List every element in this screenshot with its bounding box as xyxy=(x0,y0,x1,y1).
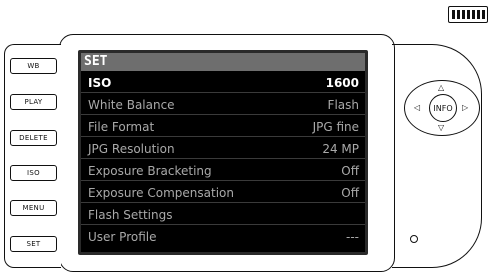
menu-item-exposure-bracketing[interactable]: Exposure Bracketing Off xyxy=(81,161,365,181)
menu-button[interactable]: MENU xyxy=(10,200,57,216)
menu-item-white-balance[interactable]: White Balance Flash xyxy=(81,95,365,115)
menu-item-label: JPG Resolution xyxy=(88,142,175,156)
button-panel xyxy=(4,44,61,268)
menu-item-value: 1600 xyxy=(325,76,359,90)
status-led xyxy=(410,235,418,243)
menu-item-user-profile[interactable]: User Profile --- xyxy=(81,227,365,247)
menu-item-value: Flash xyxy=(327,98,359,112)
menu-item-label: White Balance xyxy=(88,98,175,112)
control-panel xyxy=(392,44,482,268)
play-button[interactable]: PLAY xyxy=(10,94,57,110)
menu-item-file-format[interactable]: File Format JPG fine xyxy=(81,117,365,137)
left-arrow-icon[interactable]: ◁ xyxy=(414,104,420,112)
menu-item-label: Flash Settings xyxy=(88,208,173,222)
info-button[interactable]: INFO xyxy=(429,94,457,122)
right-arrow-icon[interactable]: ▷ xyxy=(462,104,468,112)
menu-item-value: Off xyxy=(341,164,359,178)
wb-button[interactable]: WB xyxy=(10,58,57,74)
set-button[interactable]: SET xyxy=(10,236,57,252)
menu-item-exposure-compensation[interactable]: Exposure Compensation Off xyxy=(81,183,365,203)
menu-item-iso[interactable]: ISO 1600 xyxy=(81,73,365,93)
delete-button[interactable]: DELETE xyxy=(10,130,57,146)
battery-icon xyxy=(448,6,488,23)
menu-item-label: User Profile xyxy=(88,230,157,244)
menu-item-value: Off xyxy=(341,186,359,200)
menu-item-label: Exposure Compensation xyxy=(88,186,234,200)
up-arrow-icon[interactable]: △ xyxy=(438,84,444,92)
menu-title: SET xyxy=(81,53,365,71)
menu-item-value: JPG fine xyxy=(312,120,359,134)
menu-item-flash-settings[interactable]: Flash Settings xyxy=(81,205,365,225)
menu-item-label: Exposure Bracketing xyxy=(88,164,212,178)
menu-item-jpg-resolution[interactable]: JPG Resolution 24 MP xyxy=(81,139,365,159)
menu-item-label: File Format xyxy=(88,120,155,134)
iso-button[interactable]: ISO xyxy=(10,165,57,181)
menu-item-label: ISO xyxy=(88,76,112,90)
menu-item-value: --- xyxy=(346,230,359,244)
menu-item-value: 24 MP xyxy=(322,142,359,156)
down-arrow-icon[interactable]: ▽ xyxy=(438,124,444,132)
